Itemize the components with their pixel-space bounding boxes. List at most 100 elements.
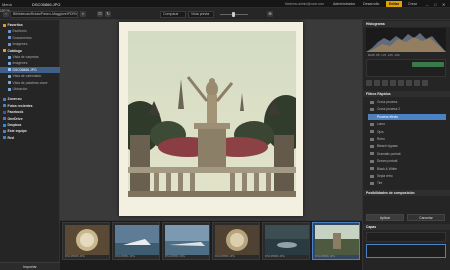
nav-item-ubicaci-n[interactable]: Ubicación bbox=[0, 86, 60, 92]
nav-item-zoner-eu[interactable]: Zoner.eu bbox=[0, 96, 60, 102]
mode-desarrollo[interactable]: Desarrollo bbox=[360, 1, 382, 7]
main-photo[interactable] bbox=[128, 31, 296, 197]
nav-item-im-genes[interactable]: Imágenes bbox=[0, 41, 60, 47]
nav-item-favoritos[interactable]: Favoritos bbox=[0, 22, 60, 28]
nav-item-vista-de-calendario[interactable]: Vista de calendario bbox=[0, 73, 60, 79]
quick-filters-header[interactable]: Filtros Rápidos bbox=[362, 91, 450, 97]
fit-button[interactable]: Vista previa bbox=[188, 10, 214, 18]
zoom-icon[interactable]: ⊕ bbox=[267, 11, 273, 17]
crop-icon[interactable]: ⊡ bbox=[97, 11, 103, 17]
nav-item-label: Vista de calendario bbox=[12, 74, 42, 79]
rotate-icon[interactable]: ↻ bbox=[105, 11, 111, 17]
preset-thumbnail-icon bbox=[370, 181, 374, 185]
mode-administrador[interactable]: Administrador bbox=[330, 1, 358, 7]
nav-item-dropbox[interactable]: Dropbox bbox=[0, 122, 60, 128]
folder-icon bbox=[3, 136, 6, 140]
window-title: DSC05866.JPG bbox=[32, 1, 61, 7]
maximize-icon[interactable]: □ bbox=[434, 2, 436, 7]
nav-item-im-genes[interactable]: Imágenes bbox=[0, 60, 60, 66]
filmstrip-thumb[interactable]: DSC05853.JPG bbox=[162, 222, 210, 260]
thumbnail-caption: DSC05860.JPG bbox=[265, 254, 285, 258]
nav-item-label: Este equipo bbox=[7, 129, 27, 134]
folder-icon bbox=[3, 117, 6, 121]
edit-tool-icon[interactable] bbox=[398, 80, 404, 86]
folder-icon bbox=[8, 74, 11, 78]
nav-item-documentos[interactable]: Documentos bbox=[0, 35, 60, 41]
layers-header[interactable]: Capas bbox=[362, 224, 450, 230]
filter-preset-item[interactable]: Black & White bbox=[368, 166, 446, 172]
preset-thumbnail-icon bbox=[370, 115, 374, 119]
nav-item-label: Vista de carpetas bbox=[12, 55, 39, 59]
search-icon[interactable]: ⌕ bbox=[80, 11, 86, 17]
mode-crear[interactable]: Crear bbox=[405, 1, 420, 7]
toolbar: ‹ Bibliotecas\Rutas\Paseo-Maggiore\PDR\I… bbox=[0, 8, 450, 20]
nav-item-vista-de-carpetas[interactable]: Vista de carpetas bbox=[0, 54, 60, 60]
filmstrip-thumb[interactable]: DSC05860.JPG bbox=[262, 222, 310, 260]
edit-tool-icon[interactable] bbox=[374, 80, 380, 86]
filter-preset-item[interactable]: Ojos bbox=[368, 129, 446, 135]
filter-preset-item[interactable]: Sepia retro bbox=[368, 173, 446, 179]
preset-thumbnail-icon bbox=[370, 130, 374, 134]
filter-preset-item[interactable]: Process efecto bbox=[368, 113, 446, 120]
nav-item-este-equipo[interactable]: Este equipo bbox=[0, 128, 60, 134]
edit-tool-icon[interactable] bbox=[414, 80, 420, 86]
auto-adjust-badge[interactable] bbox=[412, 62, 444, 67]
nav-item-escritorio[interactable]: Escritorio bbox=[0, 28, 60, 34]
folder-icon bbox=[3, 123, 6, 127]
apply-button[interactable]: Aplicar bbox=[366, 214, 404, 221]
filmstrip-thumb[interactable]: DSC05851.JPG bbox=[112, 222, 160, 260]
compare-button[interactable]: Comparar bbox=[160, 10, 186, 18]
filter-preset-label: Sepia retro bbox=[377, 174, 393, 178]
nav-item-label: Catálogo bbox=[7, 48, 23, 53]
filter-preset-item[interactable]: Cross process 2 bbox=[368, 106, 446, 112]
edit-tool-icon[interactable] bbox=[422, 80, 428, 86]
filter-preset-item[interactable]: Dream portrait bbox=[368, 158, 446, 164]
thumbnail-caption: DSC05866.JPG bbox=[315, 254, 335, 258]
path-field[interactable]: Bibliotecas\Rutas\Paseo-Maggiore\PDR\Img bbox=[10, 10, 78, 18]
composition-header[interactable]: Posibilidades de composición bbox=[362, 190, 450, 196]
histogram-header[interactable]: Histograma bbox=[362, 21, 450, 27]
nav-item-fotos-recientes[interactable]: Fotos recientes bbox=[0, 103, 60, 109]
edit-tool-icon[interactable] bbox=[390, 80, 396, 86]
nav-item-label: OneDrive bbox=[7, 116, 23, 121]
menu-button[interactable]: Menú bbox=[2, 2, 12, 7]
filter-preset-item[interactable]: Dramatic portrait bbox=[368, 151, 446, 157]
edit-tool-icon[interactable] bbox=[406, 80, 412, 86]
filter-preset-item[interactable]: Cross process bbox=[368, 99, 446, 105]
thumbnail-caption: DSC05856.JPG bbox=[215, 254, 235, 258]
folder-icon bbox=[3, 130, 6, 133]
nav-item-onedrive[interactable]: OneDrive bbox=[0, 116, 60, 122]
zoom-slider-handle[interactable] bbox=[232, 11, 235, 17]
nav-item-cat-logo[interactable]: Catálogo bbox=[0, 48, 60, 54]
filmstrip-thumb-selected[interactable]: DSC05866.JPG bbox=[312, 222, 360, 260]
mode-editar[interactable]: Editar bbox=[386, 1, 403, 7]
filter-preset-item[interactable]: Tint bbox=[368, 180, 446, 186]
filter-preset-label: Bleach bypass bbox=[377, 144, 398, 149]
minimize-icon[interactable]: – bbox=[426, 2, 428, 7]
layer-item[interactable] bbox=[366, 244, 446, 258]
filter-preset-label: Black & White bbox=[377, 166, 397, 171]
nav-item-label: Dropbox bbox=[7, 123, 22, 127]
folder-icon bbox=[3, 23, 6, 27]
filmstrip-thumb[interactable]: DSC05856.JPG bbox=[212, 222, 260, 260]
filter-preset-item[interactable]: Bleach bypass bbox=[368, 143, 446, 149]
edit-tool-icon[interactable] bbox=[366, 80, 372, 86]
filmstrip-thumb[interactable]: DSC05845.JPG bbox=[62, 222, 110, 260]
nav-item-dsc05866-jpg[interactable]: DSC05866.JPG bbox=[0, 66, 60, 73]
thumbnail-caption: DSC05853.JPG bbox=[165, 254, 185, 258]
arrow-left-icon[interactable]: ‹ bbox=[3, 11, 9, 17]
filter-preset-label: Cross process 2 bbox=[377, 107, 401, 112]
preset-thumbnail-icon bbox=[370, 152, 374, 156]
nav-item-vista-de-palabras-clave[interactable]: Vista de palabras clave bbox=[0, 80, 60, 86]
filter-preset-item[interactable]: Retro bbox=[368, 136, 446, 142]
user-account[interactable]: thedemo.admin@zone.com bbox=[285, 2, 324, 6]
edit-tool-icon[interactable] bbox=[382, 80, 388, 86]
filter-preset-label: Tint bbox=[377, 181, 383, 186]
close-icon[interactable]: ✕ bbox=[442, 2, 445, 7]
cancel-button[interactable]: Cancelar bbox=[407, 214, 445, 221]
nav-item-facebook[interactable]: Facebook bbox=[0, 109, 60, 115]
filter-preset-item[interactable]: Lomo bbox=[368, 121, 446, 127]
nav-item-red[interactable]: Red bbox=[0, 135, 60, 141]
folder-icon bbox=[8, 30, 11, 33]
import-button[interactable]: Importar bbox=[0, 262, 60, 270]
